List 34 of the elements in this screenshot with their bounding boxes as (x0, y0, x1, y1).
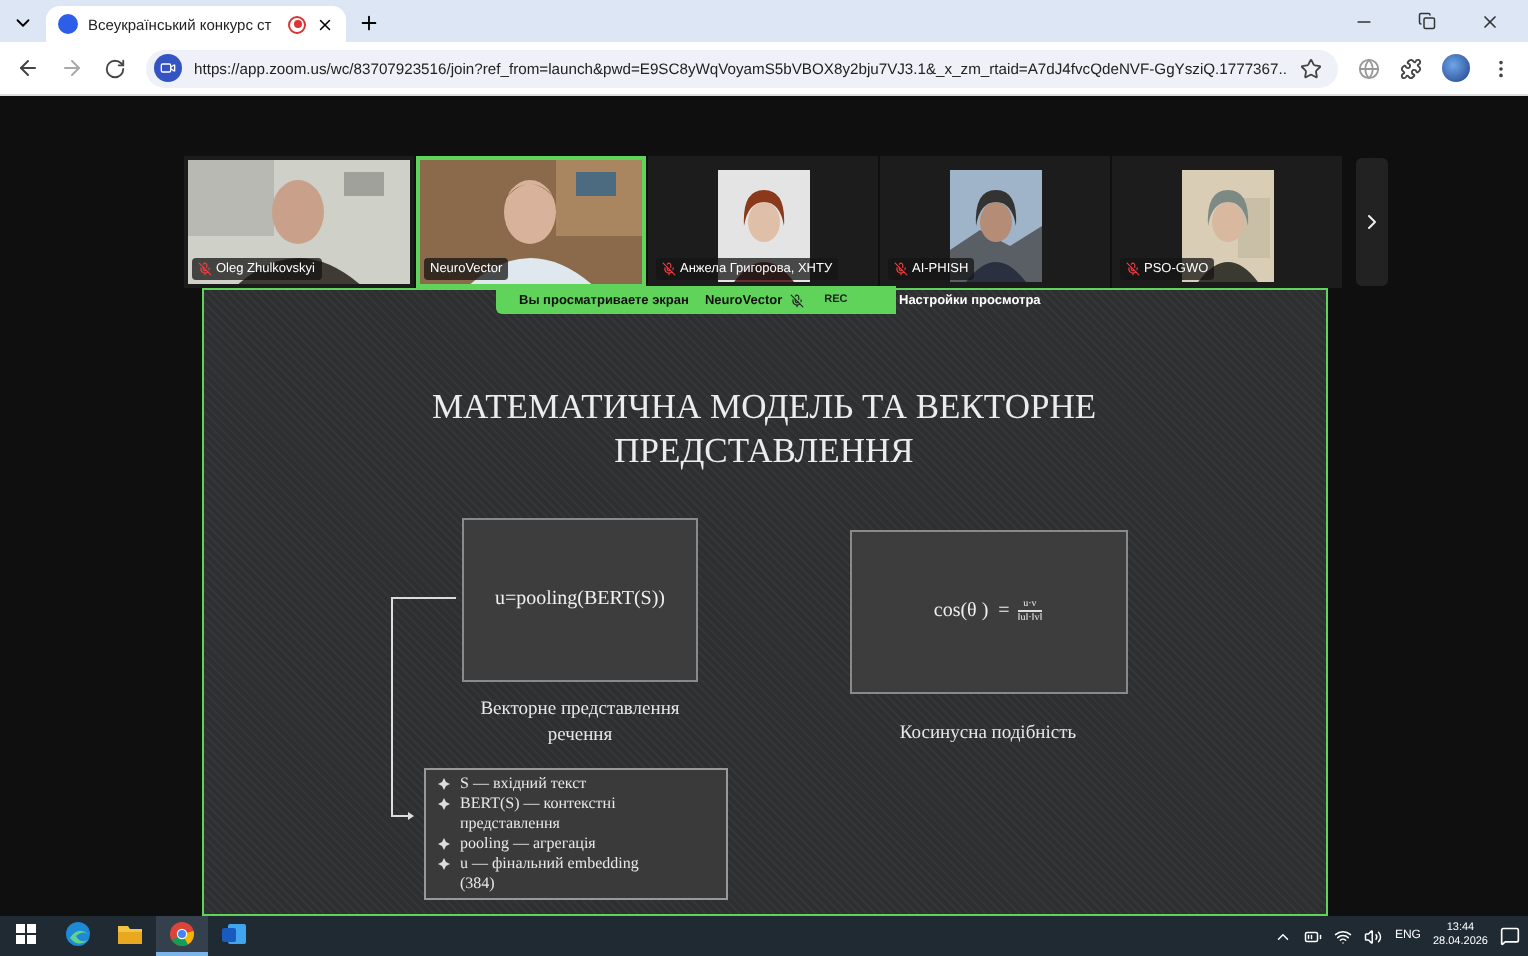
edge-icon (66, 922, 90, 946)
bullet-icon (438, 838, 450, 851)
volume-icon[interactable] (1364, 927, 1383, 945)
slide-title: МАТЕМАТИЧНА МОДЕЛЬ ТА ВЕКТОРНЕ ПРЕДСТАВЛЕННЯ (429, 386, 1099, 474)
battery-icon[interactable] (1304, 927, 1323, 945)
formula-box: u=pooling(BERT(S)) (462, 517, 698, 682)
chrome-icon (170, 922, 194, 946)
taskbar-app[interactable] (156, 916, 208, 956)
extensions-icon[interactable] (1400, 57, 1422, 79)
formula-lhs: cos(θ ) = (933, 600, 1010, 623)
bullet-icon (438, 778, 450, 791)
back-icon[interactable] (16, 56, 40, 80)
restore-icon[interactable] (1418, 12, 1436, 30)
reload-icon[interactable] (104, 57, 126, 79)
bullet-text: u — фінальний embedding (384) (460, 854, 641, 895)
notifications-icon[interactable] (1500, 926, 1520, 946)
slide-caption: Векторне представлення речення (478, 697, 682, 749)
document-icon (222, 922, 246, 946)
globe-icon[interactable] (1358, 57, 1380, 79)
bookmark-star-icon[interactable] (1300, 57, 1322, 79)
bullet-icon (438, 858, 450, 871)
site-icon (58, 14, 78, 34)
wifi-icon[interactable] (1334, 927, 1353, 945)
close-tab-icon[interactable] (316, 15, 334, 33)
bullet-icon (438, 798, 450, 811)
profile-avatar[interactable] (1442, 54, 1470, 82)
folder-icon (118, 924, 142, 944)
slide-caption: Косинусна подібність (897, 721, 1079, 748)
camera-icon (154, 54, 182, 82)
bullet-text: pooling — агрегація (460, 834, 596, 855)
new-tab-icon[interactable] (358, 12, 380, 34)
windows-logo-icon (16, 924, 36, 944)
close-icon[interactable] (1480, 12, 1500, 32)
bullet-text: S — вхідний текст (460, 774, 587, 795)
